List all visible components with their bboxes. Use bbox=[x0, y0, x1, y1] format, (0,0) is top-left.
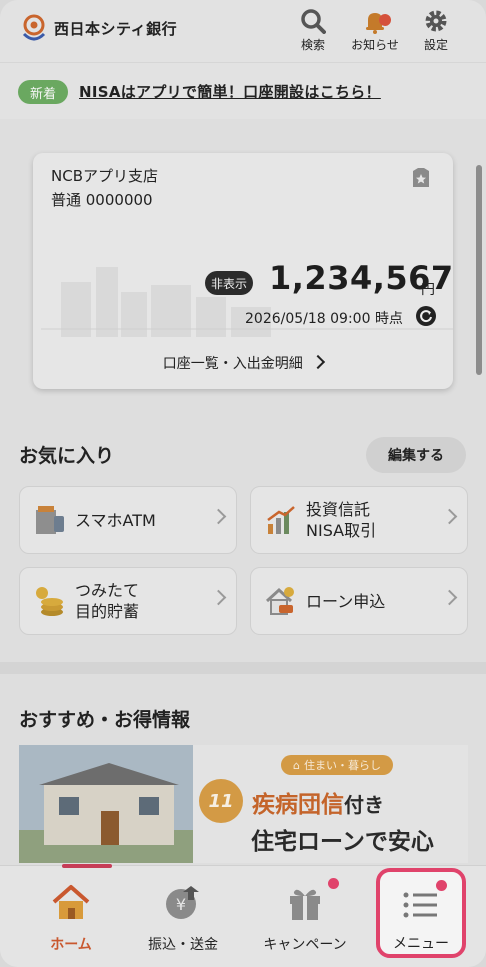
favorite-label: ローン申込 bbox=[306, 592, 386, 611]
favorite-item-savings[interactable]: つみたて 目的貯蓄 bbox=[19, 567, 237, 635]
account-list-link[interactable]: 口座一覧・入出金明細 bbox=[33, 353, 453, 373]
tab-home-label: ホーム bbox=[50, 937, 92, 953]
recommend-title: おすすめ・お得情報 bbox=[19, 709, 191, 731]
favorite-label-line1: つみたて bbox=[75, 581, 140, 600]
search-label: 検索 bbox=[300, 38, 325, 52]
favorite-label-line2: 目的貯蓄 bbox=[75, 602, 140, 621]
gift-icon bbox=[290, 889, 320, 920]
favorite-item-loan-application[interactable]: ローン申込 bbox=[250, 567, 468, 635]
refresh-icon[interactable] bbox=[416, 306, 436, 326]
house-photo bbox=[19, 745, 193, 863]
settings-button[interactable]: 設定 bbox=[408, 6, 464, 53]
app-header: 西日本シティ銀行 検索 お知らせ 設定 bbox=[0, 0, 486, 62]
favorites-title: お気に入り bbox=[19, 445, 115, 467]
chevron-right-icon bbox=[210, 589, 227, 606]
favorite-label-line1: 投資信託 bbox=[306, 500, 371, 519]
tab-transfer[interactable]: ¥ 振込・送金 bbox=[128, 866, 238, 967]
bank-name: 西日本シティ銀行 bbox=[54, 19, 178, 38]
notifications-button[interactable]: お知らせ bbox=[347, 6, 403, 53]
search-button[interactable]: 検索 bbox=[285, 6, 341, 53]
section-divider bbox=[0, 662, 486, 674]
favorite-label-line2: NISA取引 bbox=[306, 521, 377, 540]
banner-category-tag: ⌂ 住まい・暮らし bbox=[281, 755, 393, 775]
banner-number-badge: 11 bbox=[199, 779, 243, 823]
investment-chart-icon bbox=[267, 506, 295, 534]
house-loan-icon bbox=[265, 587, 294, 615]
news-link[interactable]: NISAはアプリで簡単！口座開設はこちら！ bbox=[79, 81, 381, 102]
settings-label: 設定 bbox=[423, 38, 448, 52]
active-tab-indicator bbox=[62, 864, 112, 868]
hide-balance-button[interactable]: 非表示 bbox=[205, 271, 253, 295]
news-banner[interactable]: 新着 NISAはアプリで簡単！口座開設はこちら！ bbox=[0, 62, 486, 119]
tab-menu[interactable]: メニュー bbox=[376, 868, 466, 958]
chevron-right-icon bbox=[441, 508, 458, 525]
banner-headline-line1: 疾病団信付き bbox=[252, 785, 384, 819]
account-branch: NCBアプリ支店 bbox=[51, 167, 158, 185]
home-icon bbox=[52, 885, 90, 919]
bank-logo: 西日本シティ銀行 bbox=[20, 14, 177, 42]
edit-favorites-button[interactable]: 編集する bbox=[366, 437, 466, 473]
tab-home[interactable]: ホーム bbox=[16, 864, 126, 967]
search-icon bbox=[301, 9, 326, 34]
svg-text:¥: ¥ bbox=[176, 895, 186, 914]
banner-headline-main: 疾病団信 bbox=[252, 792, 344, 818]
app-screen: 西日本シティ銀行 検索 お知らせ 設定 新着 NISAはアプリで簡単！口座開設は… bbox=[0, 0, 486, 967]
favorite-item-investment-nisa[interactable]: 投資信託 NISA取引 bbox=[250, 486, 468, 554]
refresh-arrow-icon bbox=[420, 310, 432, 323]
yen-transfer-icon: ¥ bbox=[166, 886, 199, 919]
bank-logo-icon bbox=[22, 14, 46, 41]
account-card[interactable]: NCBアプリ支店 普通 0000000 非表示 1,234,567 円 2026… bbox=[33, 153, 453, 389]
tab-menu-label: メニュー bbox=[393, 936, 449, 952]
house-small-icon: ⌂ bbox=[293, 758, 300, 772]
balance-currency: 円 bbox=[421, 282, 435, 298]
chevron-right-icon bbox=[441, 589, 458, 606]
tab-transfer-label: 振込・送金 bbox=[148, 937, 218, 953]
account-number: 普通 0000000 bbox=[51, 191, 153, 209]
menu-badge-dot bbox=[436, 880, 447, 891]
account-list-label: 口座一覧・入出金明細 bbox=[162, 356, 303, 372]
campaign-badge-dot bbox=[328, 878, 339, 889]
chevron-right-icon bbox=[210, 508, 227, 525]
banner-headline-suffix: 付き bbox=[344, 793, 384, 817]
menu-list-icon bbox=[403, 892, 437, 918]
new-badge: 新着 bbox=[18, 80, 68, 104]
favorite-tag-icon[interactable] bbox=[409, 165, 433, 189]
coin-stack-icon bbox=[36, 587, 63, 616]
favorite-label: スマホATM bbox=[75, 511, 156, 530]
notifications-label: お知らせ bbox=[351, 38, 399, 52]
banner-headline-line2: 住宅ローンで安心 bbox=[251, 829, 434, 855]
favorite-item-smartphone-atm[interactable]: スマホATM bbox=[19, 486, 237, 554]
notification-dot bbox=[379, 14, 391, 26]
banner-tag-label: 住まい・暮らし bbox=[303, 759, 381, 772]
scrollbar[interactable] bbox=[476, 165, 482, 375]
gear-icon bbox=[425, 10, 447, 32]
chevron-right-icon bbox=[311, 354, 326, 370]
atm-icon bbox=[36, 506, 64, 534]
tab-campaign-label: キャンペーン bbox=[263, 937, 347, 953]
balance-timestamp: 2026/05/18 09:00 時点 bbox=[245, 311, 403, 327]
tab-campaign[interactable]: キャンペーン bbox=[250, 866, 360, 967]
housing-loan-banner[interactable]: ⌂ 住まい・暮らし 11 疾病団信付き 住宅ローンで安心 bbox=[19, 745, 468, 863]
